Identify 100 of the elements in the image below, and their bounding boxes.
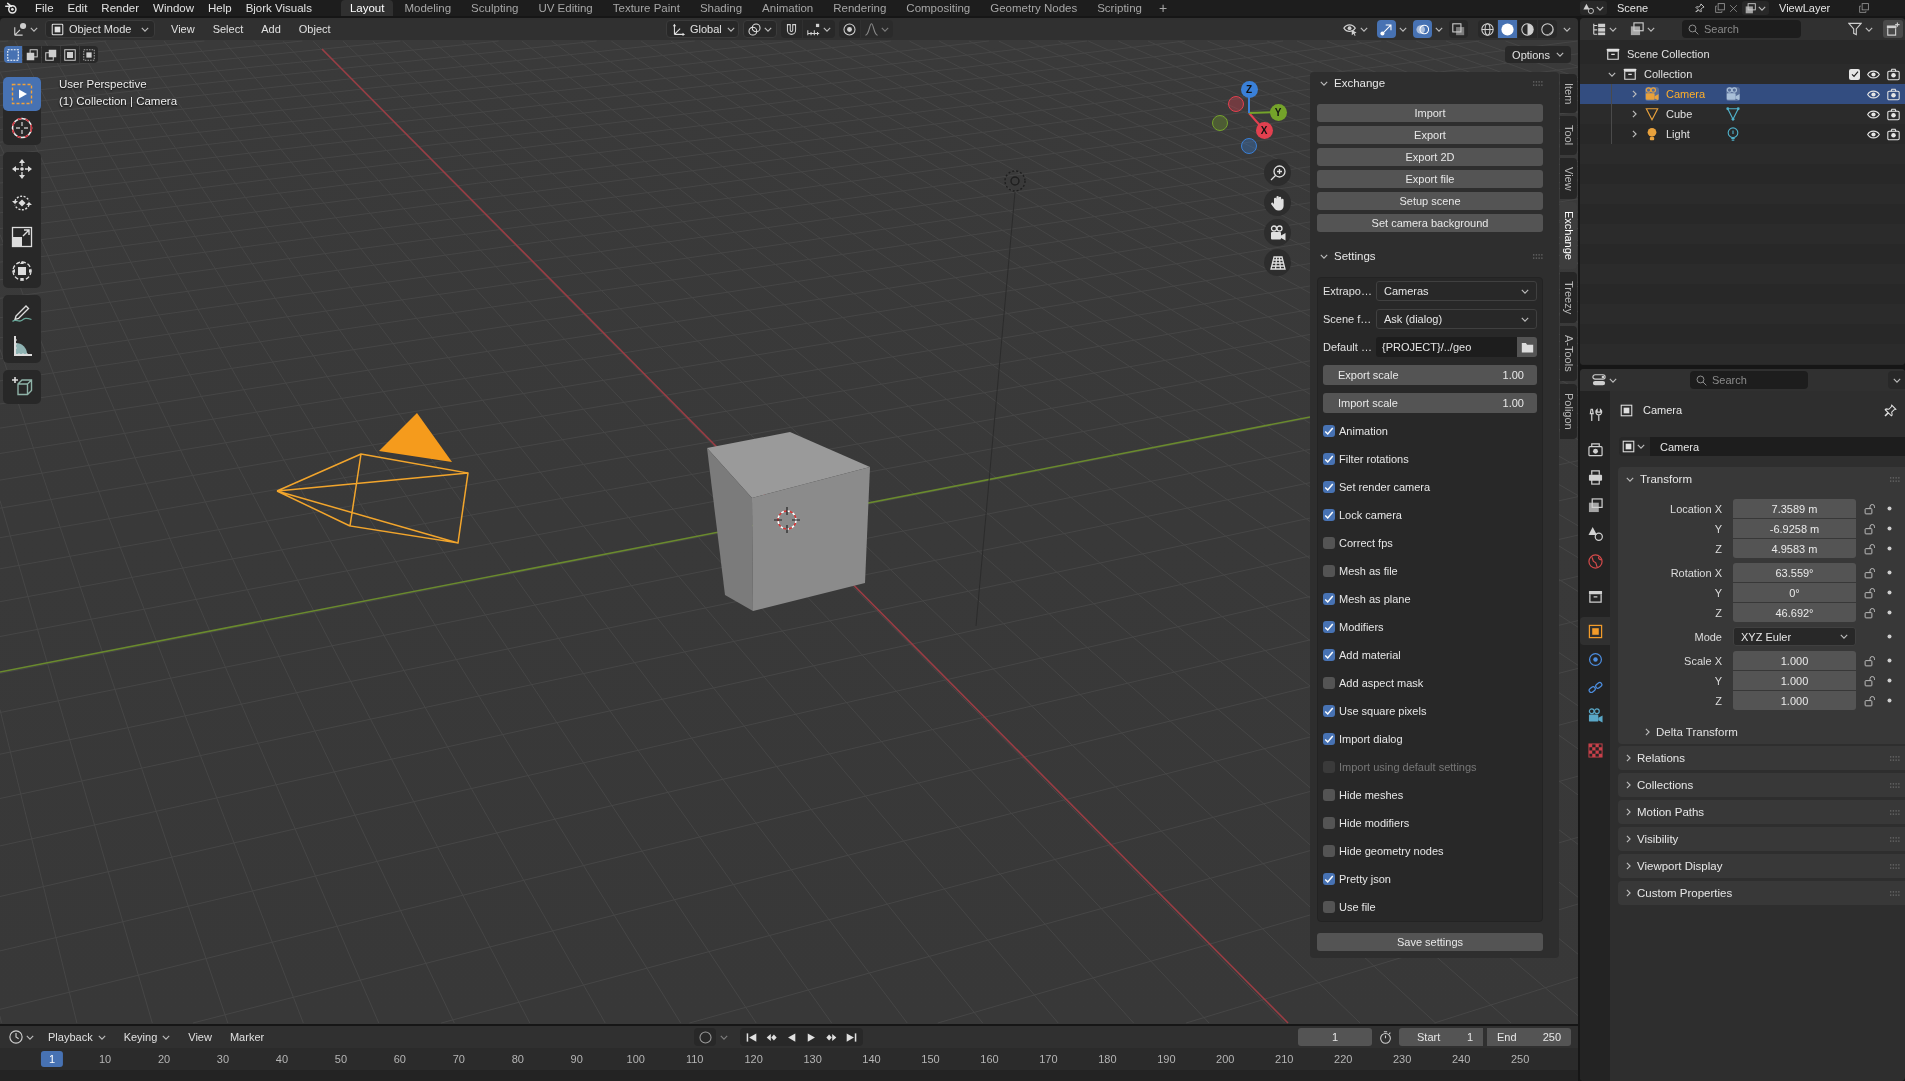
pin-icon[interactable] [1695,3,1705,13]
eye-icon[interactable] [1867,67,1880,81]
camera-icon[interactable] [1887,127,1900,141]
checkbox-label[interactable]: Add aspect mask [1339,677,1424,689]
panel-header[interactable]: Motion Paths [1618,800,1905,824]
sidebar-tab[interactable]: Exchange [1560,202,1577,270]
properties-tab[interactable] [1580,617,1610,645]
camera-icon[interactable] [1887,107,1900,121]
panel-header[interactable]: Collections [1618,773,1905,797]
action-button[interactable]: Set camera background [1317,214,1543,232]
shading-button[interactable] [1538,20,1557,38]
number-field[interactable]: Import scale 1.00 [1323,393,1537,413]
keyframe-dot-icon[interactable] [1887,698,1892,703]
snap-toggle[interactable] [781,20,802,38]
orientation-dropdown[interactable]: Global [666,20,739,38]
checkbox[interactable] [1323,705,1335,717]
menu-item[interactable]: Bjork Visuals [238,0,319,16]
search-field[interactable]: Search [1690,371,1808,389]
copy-icon[interactable] [1859,3,1869,13]
camera-icon[interactable] [1887,67,1900,81]
checkbox-label[interactable]: Lock camera [1339,509,1402,521]
unlocked-padlock-icon[interactable] [1864,674,1876,687]
dropdown-field[interactable]: Ask (dialog) [1376,309,1537,329]
axis-handle[interactable]: X [1255,121,1273,139]
keyframe-dot-icon[interactable] [1887,678,1892,683]
keyframe-dot-icon[interactable] [1887,526,1892,531]
number-field[interactable]: Export scale 1.00 [1323,365,1537,385]
sidebar-tab[interactable]: View [1560,157,1577,200]
checkbox[interactable] [1323,789,1335,801]
sidebar-tab[interactable]: Tool [1560,116,1577,155]
menu-item[interactable]: Add [254,20,288,38]
checkbox[interactable] [1323,621,1335,633]
sidebar-tab[interactable]: Poligon [1560,384,1577,439]
checkbox-label[interactable]: Hide geometry nodes [1339,845,1444,857]
filter-dropdown[interactable] [1845,20,1876,38]
unlocked-padlock-icon[interactable] [1864,654,1876,667]
copy-icon[interactable] [1715,3,1725,13]
search-field[interactable]: Search [1682,20,1801,38]
eye-icon[interactable] [1867,127,1880,141]
jump-end-icon[interactable] [846,1031,857,1043]
unlocked-padlock-icon[interactable] [1864,606,1876,619]
previous-keyframe-icon[interactable] [766,1031,777,1043]
camera-icon[interactable] [1887,87,1900,101]
tree-item[interactable]: Scene Collection [1580,44,1905,64]
dropdown-field[interactable]: Cameras [1376,281,1537,301]
number-field[interactable]: 0° [1733,583,1856,602]
number-field[interactable]: 1.000 [1733,671,1856,690]
select-mode-button[interactable] [61,46,79,63]
checkbox-label[interactable]: Animation [1339,425,1388,437]
workspace-tab[interactable]: Sculpting [462,0,528,16]
play-icon[interactable] [806,1031,817,1043]
menu-item[interactable]: View [181,1028,219,1046]
axis-handle[interactable]: Y [1269,103,1287,121]
tree-item[interactable]: Light [1580,124,1905,144]
checkbox[interactable] [1323,733,1335,745]
falloff-dropdown[interactable] [861,20,893,38]
action-button[interactable]: Export [1317,126,1543,144]
tree-item[interactable]: Camera [1580,84,1905,104]
end-frame-field[interactable]: End 250 [1487,1028,1571,1046]
options-dropdown[interactable]: Options [1505,46,1571,63]
number-field[interactable]: 46.692° [1733,603,1856,622]
axis-dot-icon[interactable] [1228,96,1244,112]
menu-item[interactable]: View [164,20,202,38]
chevron-down-icon[interactable] [1608,71,1616,77]
checkbox-label[interactable]: Add material [1339,649,1401,661]
path-field[interactable]: {PROJECT}/../geo [1376,337,1517,357]
view-layer-selector[interactable] [1742,1,1769,15]
checkbox[interactable] [1323,677,1335,689]
keyframe-dot-icon[interactable] [1887,634,1892,639]
viewport-toggle[interactable] [1377,20,1396,38]
number-field[interactable]: 7.3589 m [1733,499,1856,518]
sidebar-tab[interactable]: Treezy [1560,272,1577,324]
workspace-tab[interactable]: UV Editing [529,0,602,16]
sidebar-tab[interactable]: A-Tools [1560,326,1577,382]
panel-header[interactable]: Visibility [1618,827,1905,851]
movie-camera-icon[interactable] [1726,87,1740,101]
projection-button[interactable] [1264,249,1291,276]
checkbox[interactable] [1323,453,1335,465]
axis-handle[interactable]: Z [1240,80,1258,98]
checkbox[interactable] [1323,509,1335,521]
subpanel-header[interactable]: Delta Transform [1618,722,1738,742]
jump-start-icon[interactable] [746,1031,757,1043]
action-button[interactable]: Export 2D [1317,148,1543,166]
workspace-tab[interactable]: Scripting [1088,0,1151,16]
axis-dot-icon[interactable] [1241,138,1257,154]
dropdown-field[interactable]: XYZ Euler [1733,627,1856,646]
panel-header[interactable]: Transform [1618,467,1905,491]
camera-view-button[interactable] [1264,219,1291,246]
menu-item[interactable]: Edit [60,0,95,16]
keyframe-dot-icon[interactable] [1887,590,1892,595]
caret-icon[interactable] [1399,26,1407,32]
checkbox-label[interactable]: Mesh as plane [1339,593,1411,605]
zoom-button[interactable] [1264,159,1291,186]
tree-item[interactable]: Cube [1580,104,1905,124]
checkbox-label[interactable]: Mesh as file [1339,565,1398,577]
sidebar-tab[interactable]: Item [1560,74,1577,114]
vertex-triangle-icon[interactable] [1726,107,1740,121]
unlocked-padlock-icon[interactable] [1864,566,1876,579]
checkbox[interactable] [1323,817,1335,829]
select-mode-button[interactable] [42,46,60,63]
